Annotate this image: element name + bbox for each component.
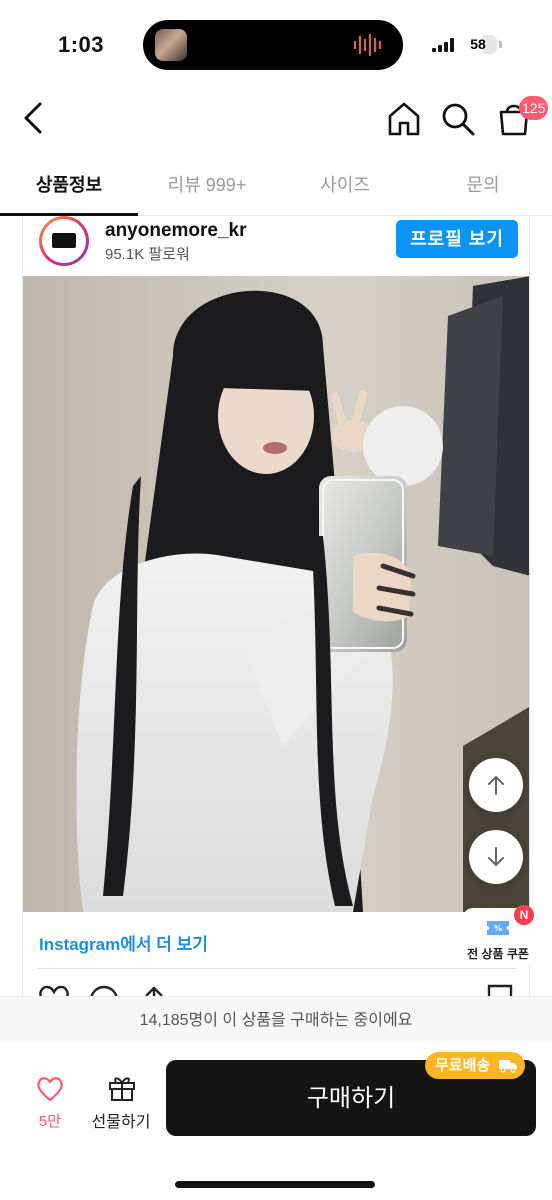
- instagram-embed-card: anyonemore_kr 95.1K 팔로워 프로필 보기 Instagram…: [22, 216, 530, 1006]
- tab-inquiry[interactable]: 문의: [414, 152, 552, 216]
- battery-cap: [499, 41, 502, 48]
- battery-level: 58: [470, 36, 486, 52]
- instagram-post-photo[interactable]: [23, 276, 530, 912]
- cart-count-badge: 125: [519, 96, 549, 120]
- scroll-down-button[interactable]: [469, 830, 523, 884]
- battery-icon: 58: [463, 35, 497, 54]
- arrow-up-icon: [488, 776, 504, 795]
- tab-product-info[interactable]: 상품정보: [0, 152, 138, 216]
- tab-size[interactable]: 사이즈: [276, 152, 414, 216]
- dynamic-island[interactable]: [143, 20, 403, 70]
- status-bar: 1:03 58: [0, 0, 552, 86]
- product-tabs: 상품정보 리뷰 999+ 사이즈 문의: [0, 152, 552, 216]
- search-icon[interactable]: [438, 99, 478, 139]
- follower-count: 95.1K 팔로워: [105, 246, 190, 263]
- brand-logo: [52, 233, 76, 248]
- heart-icon: [37, 1077, 63, 1102]
- now-playing-thumbnail: [155, 29, 187, 61]
- home-icon[interactable]: [384, 99, 424, 139]
- gift-icon: [109, 1077, 135, 1101]
- free-shipping-label: 무료배송: [435, 1057, 491, 1074]
- purchasing-count-banner: 14,185명이 이 상품을 구매하는 중이에요: [0, 996, 552, 1042]
- audio-wave-icon: [353, 33, 382, 57]
- svg-text:%: %: [494, 924, 502, 933]
- view-profile-button[interactable]: 프로필 보기: [396, 220, 518, 258]
- scroll-up-button[interactable]: [469, 758, 523, 812]
- ticket-icon: %: [487, 921, 509, 935]
- tab-reviews[interactable]: 리뷰 999+: [138, 152, 276, 216]
- home-indicator[interactable]: [175, 1181, 375, 1188]
- like-button[interactable]: 5만: [24, 1072, 76, 1136]
- cellular-signal-icon: [432, 38, 454, 52]
- avatar-inner: [42, 219, 86, 263]
- arrow-down-icon: [488, 847, 504, 866]
- chevron-left-icon[interactable]: [14, 96, 54, 140]
- gift-label: 선물하기: [91, 1114, 151, 1131]
- like-count: 5만: [38, 1113, 62, 1130]
- avatar[interactable]: [39, 216, 89, 266]
- coupon-label: 전 상품 쿠폰: [467, 947, 529, 961]
- divider: [37, 968, 517, 969]
- free-shipping-badge: 무료배송: [425, 1052, 525, 1079]
- gift-button[interactable]: 선물하기: [88, 1072, 154, 1136]
- top-nav-bar: [0, 86, 552, 152]
- instagram-username[interactable]: anyonemore_kr: [105, 220, 247, 242]
- status-time: 1:03: [58, 32, 105, 57]
- truck-icon: [499, 1060, 517, 1073]
- view-more-on-instagram-link[interactable]: Instagram에서 더 보기: [39, 930, 208, 955]
- new-badge: N: [514, 905, 534, 925]
